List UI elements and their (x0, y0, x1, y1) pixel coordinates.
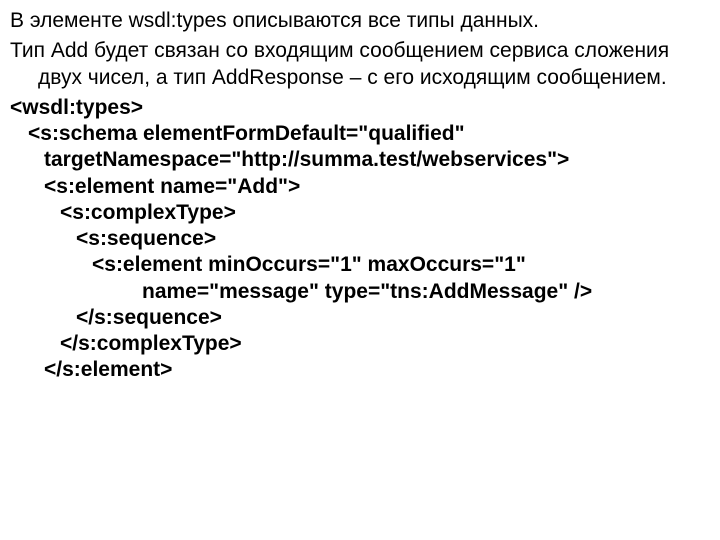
code-line-1: <s:schema elementFormDefault="qualified" (10, 121, 710, 147)
intro-paragraph-2: Тип Add будет связан со входящим сообщен… (10, 38, 710, 91)
code-line-10: </s:element> (10, 357, 710, 383)
code-line-3: <s:element name="Add"> (10, 174, 710, 200)
code-line-7: name="message" type="tns:AddMessage" /> (10, 279, 710, 305)
intro-paragraph-1: В элементе wsdl:types описываются все ти… (10, 8, 710, 34)
code-line-4: <s:complexType> (10, 200, 710, 226)
code-line-9: </s:complexType> (10, 331, 710, 357)
code-line-2: targetNamespace="http://summa.test/webse… (10, 147, 710, 173)
code-line-0: <wsdl:types> (10, 95, 710, 121)
code-line-6: <s:element minOccurs="1" maxOccurs="1" (10, 252, 710, 278)
code-line-8: </s:sequence> (10, 305, 710, 331)
code-line-5: <s:sequence> (10, 226, 710, 252)
